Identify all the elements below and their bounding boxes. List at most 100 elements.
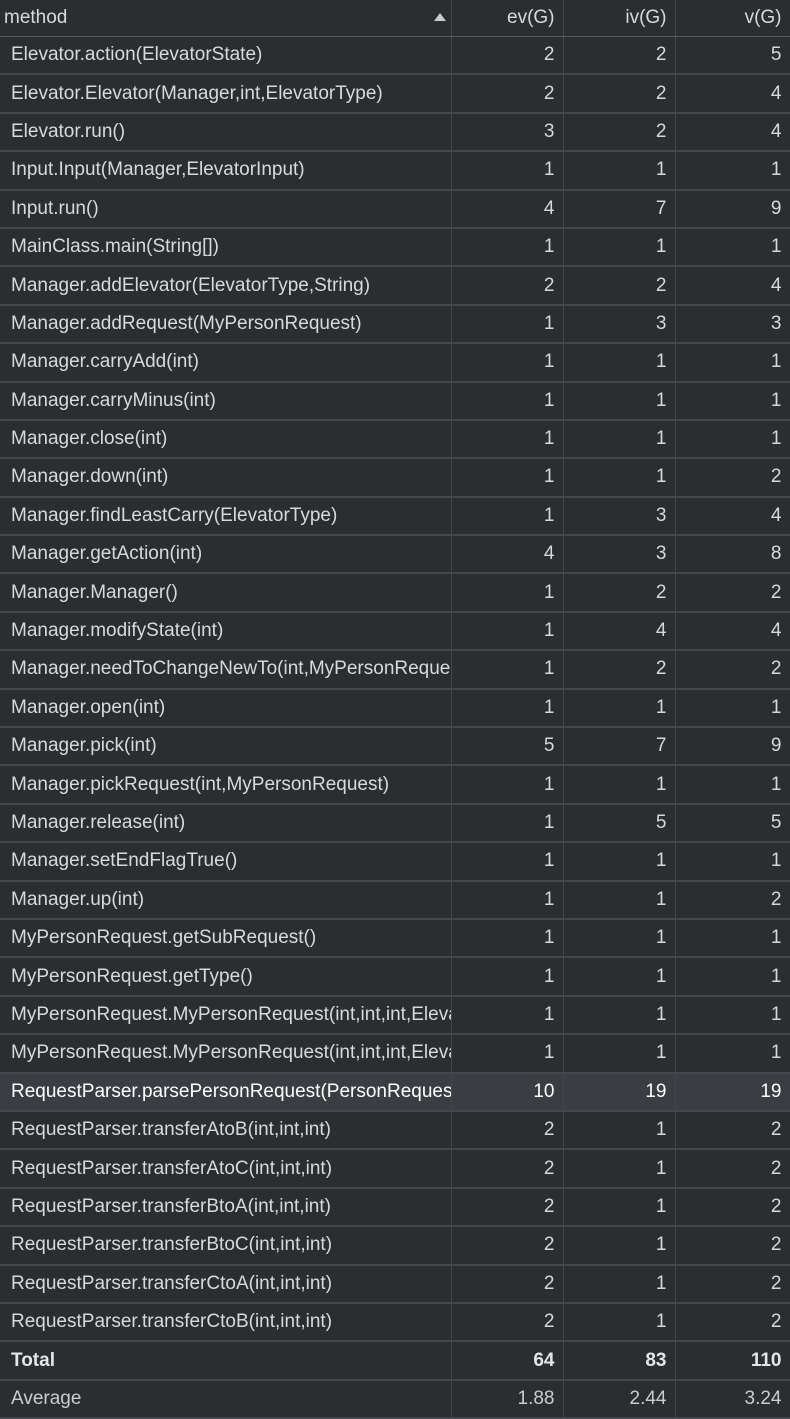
method-cell: MyPersonRequest.MyPersonRequest(int,int,…	[0, 995, 452, 1036]
table-row[interactable]: Manager.open(int) 1 1 1	[0, 688, 790, 729]
method-cell: Manager.pick(int)	[0, 727, 452, 767]
table-row[interactable]: Elevator.Elevator(Manager,int,ElevatorTy…	[0, 74, 790, 114]
average-v: 3.24	[675, 1379, 790, 1419]
v-cell: 4	[675, 611, 790, 652]
iv-cell: 1	[563, 458, 676, 498]
table-row[interactable]: MainClass.main(String[]) 1 1 1	[0, 227, 790, 268]
method-cell: Manager.carryAdd(int)	[0, 343, 452, 383]
v-cell: 1	[675, 918, 790, 959]
v-cell: 4	[675, 112, 790, 153]
ev-cell: 1	[451, 419, 564, 460]
ev-cell: 1	[451, 458, 564, 498]
v-cell: 2	[675, 573, 790, 613]
table-row[interactable]: Manager.Manager() 1 2 2	[0, 573, 790, 613]
table-row[interactable]: Manager.setEndFlagTrue() 1 1 1	[0, 842, 790, 882]
v-cell: 2	[675, 1302, 790, 1343]
v-cell: 9	[675, 727, 790, 767]
metrics-table: method ev(G) iv(G) v(G) Elevator.action(…	[0, 0, 790, 1419]
ev-cell: 1	[451, 688, 564, 729]
table-row[interactable]: Manager.addElevator(ElevatorType,String)…	[0, 266, 790, 306]
ev-cell: 5	[451, 727, 564, 767]
ev-cell: 1	[451, 995, 564, 1036]
table-row[interactable]: RequestParser.transferAtoC(int,int,int) 2…	[0, 1149, 790, 1189]
column-header-iv[interactable]: iv(G)	[563, 0, 676, 37]
ev-cell: 1	[451, 918, 564, 959]
ev-cell: 1	[451, 304, 564, 345]
method-cell: Input.Input(Manager,ElevatorInput)	[0, 151, 452, 191]
v-cell: 1	[675, 1034, 790, 1074]
ev-cell: 1	[451, 957, 564, 997]
iv-cell: 1	[563, 765, 676, 805]
method-cell: MyPersonRequest.MyPersonRequest(int,int,…	[0, 1034, 452, 1074]
method-cell: Input.run()	[0, 189, 452, 229]
method-cell: RequestParser.transferAtoC(int,int,int)	[0, 1149, 452, 1189]
table-row[interactable]: Manager.findLeastCarry(ElevatorType) 1 3 4	[0, 496, 790, 537]
table-row[interactable]: MyPersonRequest.MyPersonRequest(int,int,…	[0, 1034, 790, 1074]
ev-cell: 3	[451, 112, 564, 153]
table-row[interactable]: RequestParser.parsePersonRequest(PersonR…	[0, 1072, 790, 1112]
table-row[interactable]: Elevator.action(ElevatorState) 2 2 5	[0, 36, 790, 76]
v-cell: 1	[675, 688, 790, 729]
table-row[interactable]: Manager.modifyState(int) 1 4 4	[0, 611, 790, 652]
table-row[interactable]: RequestParser.transferCtoB(int,int,int) 2…	[0, 1302, 790, 1343]
table-row[interactable]: Input.Input(Manager,ElevatorInput) 1 1 1	[0, 151, 790, 191]
v-cell: 4	[675, 496, 790, 537]
table-row[interactable]: Manager.close(int) 1 1 1	[0, 419, 790, 460]
average-iv: 2.44	[563, 1379, 676, 1419]
v-cell: 1	[675, 227, 790, 268]
ev-cell: 1	[451, 496, 564, 537]
method-cell: Elevator.run()	[0, 112, 452, 153]
column-header-method[interactable]: method	[0, 0, 452, 37]
method-cell: Manager.Manager()	[0, 573, 452, 613]
method-cell: MyPersonRequest.getType()	[0, 957, 452, 997]
ev-cell: 1	[451, 650, 564, 690]
table-row[interactable]: Manager.pick(int) 5 7 9	[0, 727, 790, 767]
average-row: Average 1.88 2.44 3.24	[0, 1379, 790, 1419]
table-row[interactable]: Manager.carryAdd(int) 1 1 1	[0, 343, 790, 383]
iv-cell: 1	[563, 343, 676, 383]
iv-cell: 1	[563, 1226, 676, 1266]
iv-cell: 7	[563, 189, 676, 229]
table-row[interactable]: RequestParser.transferBtoA(int,int,int) 2…	[0, 1187, 790, 1228]
iv-cell: 4	[563, 611, 676, 652]
table-row[interactable]: RequestParser.transferCtoA(int,int,int) 2…	[0, 1264, 790, 1304]
total-label: Total	[0, 1340, 452, 1381]
table-row[interactable]: MyPersonRequest.getType() 1 1 1	[0, 957, 790, 997]
table-row[interactable]: RequestParser.transferAtoB(int,int,int) 2…	[0, 1110, 790, 1151]
table-row[interactable]: Input.run() 4 7 9	[0, 189, 790, 229]
table-row[interactable]: MyPersonRequest.getSubRequest() 1 1 1	[0, 918, 790, 959]
table-row[interactable]: Manager.addRequest(MyPersonRequest) 1 3 3	[0, 304, 790, 345]
v-cell: 1	[675, 419, 790, 460]
method-cell: Manager.close(int)	[0, 419, 452, 460]
table-row[interactable]: Manager.getAction(int) 4 3 8	[0, 535, 790, 575]
average-ev: 1.88	[451, 1379, 564, 1419]
table-row[interactable]: RequestParser.transferBtoC(int,int,int) 2…	[0, 1226, 790, 1266]
ev-cell: 10	[451, 1072, 564, 1112]
v-cell: 1	[675, 765, 790, 805]
method-cell: RequestParser.transferAtoB(int,int,int)	[0, 1110, 452, 1151]
iv-cell: 1	[563, 151, 676, 191]
ev-cell: 4	[451, 189, 564, 229]
table-row[interactable]: Manager.down(int) 1 1 2	[0, 458, 790, 498]
v-cell: 2	[675, 1187, 790, 1228]
column-header-v[interactable]: v(G)	[675, 0, 790, 37]
iv-cell: 2	[563, 112, 676, 153]
v-cell: 2	[675, 458, 790, 498]
table-row[interactable]: Manager.carryMinus(int) 1 1 1	[0, 381, 790, 421]
table-row[interactable]: MyPersonRequest.MyPersonRequest(int,int,…	[0, 995, 790, 1036]
method-cell: Manager.addRequest(MyPersonRequest)	[0, 304, 452, 345]
table-row[interactable]: Manager.needToChangeNewTo(int,MyPersonRe…	[0, 650, 790, 690]
table-row[interactable]: Elevator.run() 3 2 4	[0, 112, 790, 153]
v-cell: 5	[675, 36, 790, 76]
table-row[interactable]: Manager.pickRequest(int,MyPersonRequest)…	[0, 765, 790, 805]
iv-cell: 3	[563, 535, 676, 575]
ev-cell: 2	[451, 1226, 564, 1266]
column-header-ev[interactable]: ev(G)	[451, 0, 564, 37]
method-cell: Manager.open(int)	[0, 688, 452, 729]
table-row[interactable]: Manager.up(int) 1 1 2	[0, 880, 790, 920]
iv-cell: 1	[563, 1187, 676, 1228]
table-footer: Total 64 83 110 Average 1.88 2.44 3.24	[0, 1340, 790, 1419]
method-cell: RequestParser.transferCtoB(int,int,int)	[0, 1302, 452, 1343]
v-cell: 2	[675, 1149, 790, 1189]
table-row[interactable]: Manager.release(int) 1 5 5	[0, 803, 790, 844]
